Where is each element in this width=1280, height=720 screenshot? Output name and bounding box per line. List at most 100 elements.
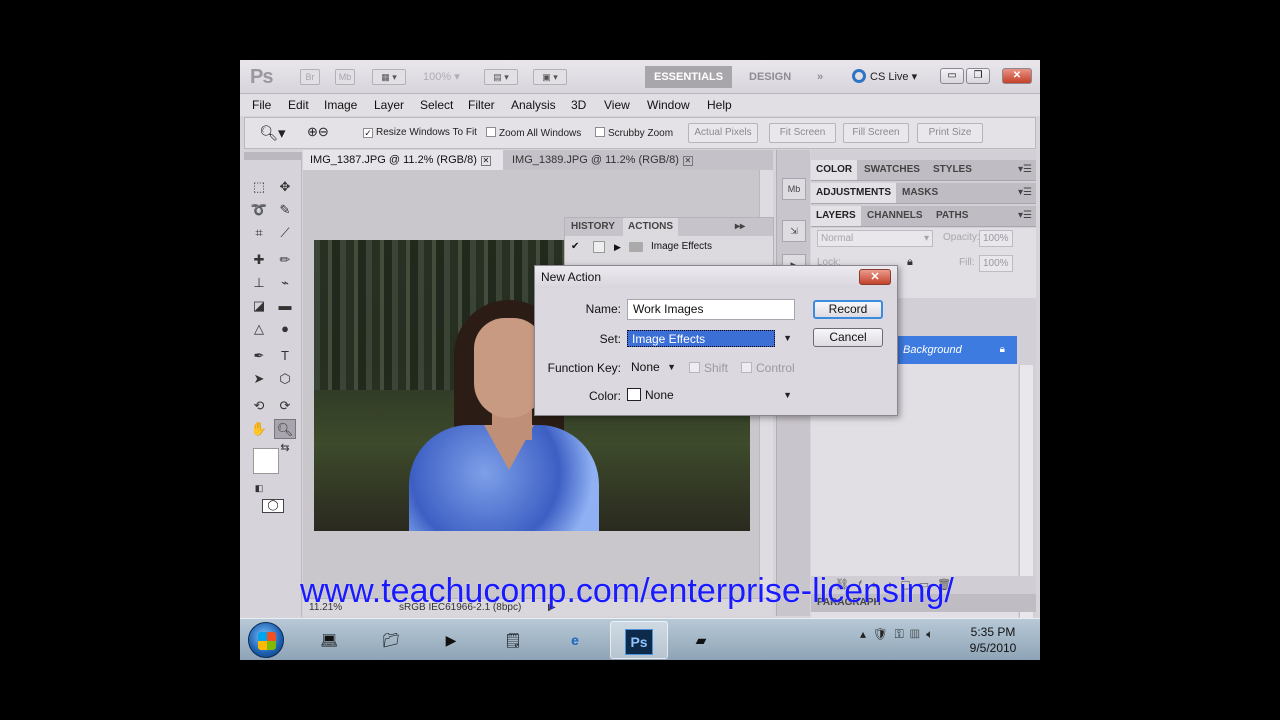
panel-collapse-icon[interactable]: ▸▸ bbox=[735, 221, 745, 232]
tools-panel-header[interactable] bbox=[244, 152, 301, 160]
pen-tool-icon[interactable]: ✒ bbox=[248, 346, 270, 366]
brush-tool-icon[interactable]: ✏ bbox=[274, 250, 296, 270]
screen-recorder-icon[interactable]: ▰ bbox=[672, 621, 730, 659]
tab-img-1387[interactable]: IMG_1387.JPG @ 11.2% (RGB/8) ✕ bbox=[303, 150, 503, 170]
clock[interactable]: 5:35 PM 9/5/2010 bbox=[960, 624, 1026, 656]
photoshop-taskbar-button[interactable]: Ps bbox=[610, 621, 668, 659]
action-name-input[interactable]: Work Images bbox=[627, 299, 795, 320]
panel-menu-icon[interactable]: ▾☰ bbox=[1018, 187, 1032, 198]
zoom-in-out-icons[interactable]: ⊕⊖ bbox=[307, 124, 329, 140]
opacity-field[interactable]: 100% bbox=[979, 230, 1013, 247]
menu-select[interactable]: Select bbox=[420, 98, 453, 112]
minimize-button[interactable]: ▭ bbox=[940, 68, 964, 84]
3d-orbit-tool-icon[interactable]: ⟳ bbox=[274, 396, 296, 416]
menu-analysis[interactable]: Analysis bbox=[511, 98, 556, 112]
zoom-tool-icon[interactable]: 🔍︎▾ bbox=[259, 124, 286, 142]
tab-adjustments[interactable]: ADJUSTMENTS bbox=[811, 183, 897, 203]
scrubby-zoom-checkbox[interactable]: Scrubby Zoom bbox=[595, 127, 673, 139]
screen-mode-icon[interactable]: ▣ ▾ bbox=[533, 69, 567, 85]
toggle-check-icon[interactable]: ✔ bbox=[571, 238, 579, 256]
menu-image[interactable]: Image bbox=[324, 98, 357, 112]
crop-tool-icon[interactable]: ⌗ bbox=[248, 223, 270, 243]
workspace-more-icon[interactable]: » bbox=[808, 66, 832, 88]
zoom-all-windows-checkbox[interactable]: Zoom All Windows bbox=[486, 127, 581, 139]
tab-color[interactable]: COLOR bbox=[811, 160, 858, 180]
panel-menu-icon[interactable]: ▾☰ bbox=[1018, 164, 1032, 175]
function-key-dropdown[interactable]: None ▼ bbox=[627, 358, 679, 379]
tab-styles[interactable]: STYLES bbox=[928, 160, 977, 180]
media-player-icon[interactable]: ▶ bbox=[422, 621, 480, 659]
tab-channels[interactable]: CHANNELS bbox=[862, 206, 928, 226]
dialog-close-button[interactable]: ✕ bbox=[859, 269, 891, 285]
menu-view[interactable]: View bbox=[604, 98, 630, 112]
workspace-essentials-button[interactable]: ESSENTIALS bbox=[645, 66, 733, 88]
hand-tool-icon[interactable]: ✋ bbox=[248, 419, 270, 439]
default-colors-icon[interactable]: ◧ bbox=[248, 478, 270, 498]
history-brush-tool-icon[interactable]: ⌁ bbox=[274, 273, 296, 293]
set-dropdown[interactable]: Image Effects ▼ bbox=[627, 329, 795, 350]
internet-explorer-icon[interactable]: e bbox=[546, 621, 604, 659]
swap-colors-icon[interactable]: ⇆ bbox=[274, 438, 296, 458]
lock-all-icon[interactable]: 🔒︎ bbox=[907, 256, 913, 269]
restore-button[interactable]: ❐ bbox=[966, 68, 990, 84]
history-panel-icon[interactable]: ⇲ bbox=[782, 220, 806, 242]
eyedropper-tool-icon[interactable]: ⟋ bbox=[274, 223, 296, 243]
shape-tool-icon[interactable]: ⬡ bbox=[274, 369, 296, 389]
menu-filter[interactable]: Filter bbox=[468, 98, 495, 112]
workspace-design-button[interactable]: DESIGN bbox=[740, 66, 800, 88]
tab-history[interactable]: HISTORY bbox=[571, 221, 615, 232]
quick-mask-icon[interactable]: ◯ bbox=[262, 499, 284, 513]
type-tool-icon[interactable]: T bbox=[274, 346, 296, 366]
record-button[interactable]: Record bbox=[813, 300, 883, 319]
fill-screen-button[interactable]: Fill Screen bbox=[843, 123, 909, 143]
arrange-documents-icon[interactable]: ▤ ▾ bbox=[484, 69, 518, 85]
path-selection-tool-icon[interactable]: ➤ bbox=[248, 369, 270, 389]
cancel-button[interactable]: Cancel bbox=[813, 328, 883, 347]
eraser-tool-icon[interactable]: ◪ bbox=[248, 296, 270, 316]
move-tool-icon[interactable]: ✥ bbox=[274, 177, 296, 197]
tab-paths[interactable]: PATHS bbox=[931, 206, 973, 226]
blur-tool-icon[interactable]: △ bbox=[248, 319, 270, 339]
expand-triangle-icon[interactable]: ▶ bbox=[614, 238, 621, 256]
healing-brush-tool-icon[interactable]: ✚ bbox=[248, 250, 270, 270]
menu-layer[interactable]: Layer bbox=[374, 98, 404, 112]
explorer-folder-icon[interactable]: 📁︎ bbox=[362, 621, 420, 659]
tab-masks[interactable]: MASKS bbox=[897, 183, 943, 203]
quick-selection-tool-icon[interactable]: ✎ bbox=[274, 200, 296, 220]
menu-file[interactable]: File bbox=[252, 98, 271, 112]
menu-window[interactable]: Window bbox=[647, 98, 690, 112]
action-set-row[interactable]: ✔ ▶ Image Effects bbox=[565, 238, 763, 256]
zoom-level-dropdown[interactable]: 100% ▾ bbox=[423, 70, 460, 83]
fill-field[interactable]: 100% bbox=[979, 255, 1013, 272]
mini-bridge-icon[interactable]: Mb bbox=[335, 69, 355, 85]
fit-screen-button[interactable]: Fit Screen bbox=[769, 123, 836, 143]
3d-rotate-tool-icon[interactable]: ⟲ bbox=[248, 396, 270, 416]
start-button[interactable] bbox=[248, 622, 284, 658]
color-dropdown[interactable]: None ▼ bbox=[627, 386, 795, 407]
cs-live-button[interactable]: CS Live ▾ bbox=[852, 69, 917, 83]
lasso-tool-icon[interactable]: ➰ bbox=[248, 200, 270, 220]
blend-mode-dropdown[interactable]: Normal ▾ bbox=[817, 230, 933, 247]
gradient-tool-icon[interactable]: ▬ bbox=[274, 296, 296, 316]
tab-actions[interactable]: ACTIONS bbox=[623, 218, 678, 236]
marquee-tool-icon[interactable]: ⬚ bbox=[248, 177, 270, 197]
print-size-button[interactable]: Print Size bbox=[917, 123, 983, 143]
resize-windows-checkbox[interactable]: ✓ Resize Windows To Fit bbox=[363, 127, 477, 138]
bridge-icon[interactable]: Br bbox=[300, 69, 320, 85]
tab-swatches[interactable]: SWATCHES bbox=[859, 160, 925, 180]
close-window-button[interactable]: ✕ bbox=[1002, 68, 1032, 84]
actual-pixels-button[interactable]: Actual Pixels bbox=[688, 123, 758, 143]
notepad-icon[interactable]: 🗒︎ bbox=[484, 621, 542, 659]
menu-help[interactable]: Help bbox=[707, 98, 732, 112]
system-tray[interactable]: ▴ 🛡︎ ⚿ ▥ 🔈︎ bbox=[860, 627, 933, 642]
close-tab-icon[interactable]: ✕ bbox=[480, 156, 491, 166]
zoom-tool-selected-icon[interactable]: 🔍︎ bbox=[274, 419, 296, 439]
menu-3d[interactable]: 3D bbox=[571, 98, 586, 112]
control-checkbox[interactable]: Control bbox=[741, 361, 795, 375]
mini-bridge-panel-icon[interactable]: Mb bbox=[782, 178, 806, 200]
tab-layers[interactable]: LAYERS bbox=[811, 206, 861, 226]
shift-checkbox[interactable]: Shift bbox=[689, 361, 728, 375]
menu-edit[interactable]: Edit bbox=[288, 98, 309, 112]
tab-img-1389[interactable]: IMG_1389.JPG @ 11.2% (RGB/8) ✕ bbox=[505, 150, 700, 170]
clone-stamp-tool-icon[interactable]: ⊥ bbox=[248, 273, 270, 293]
